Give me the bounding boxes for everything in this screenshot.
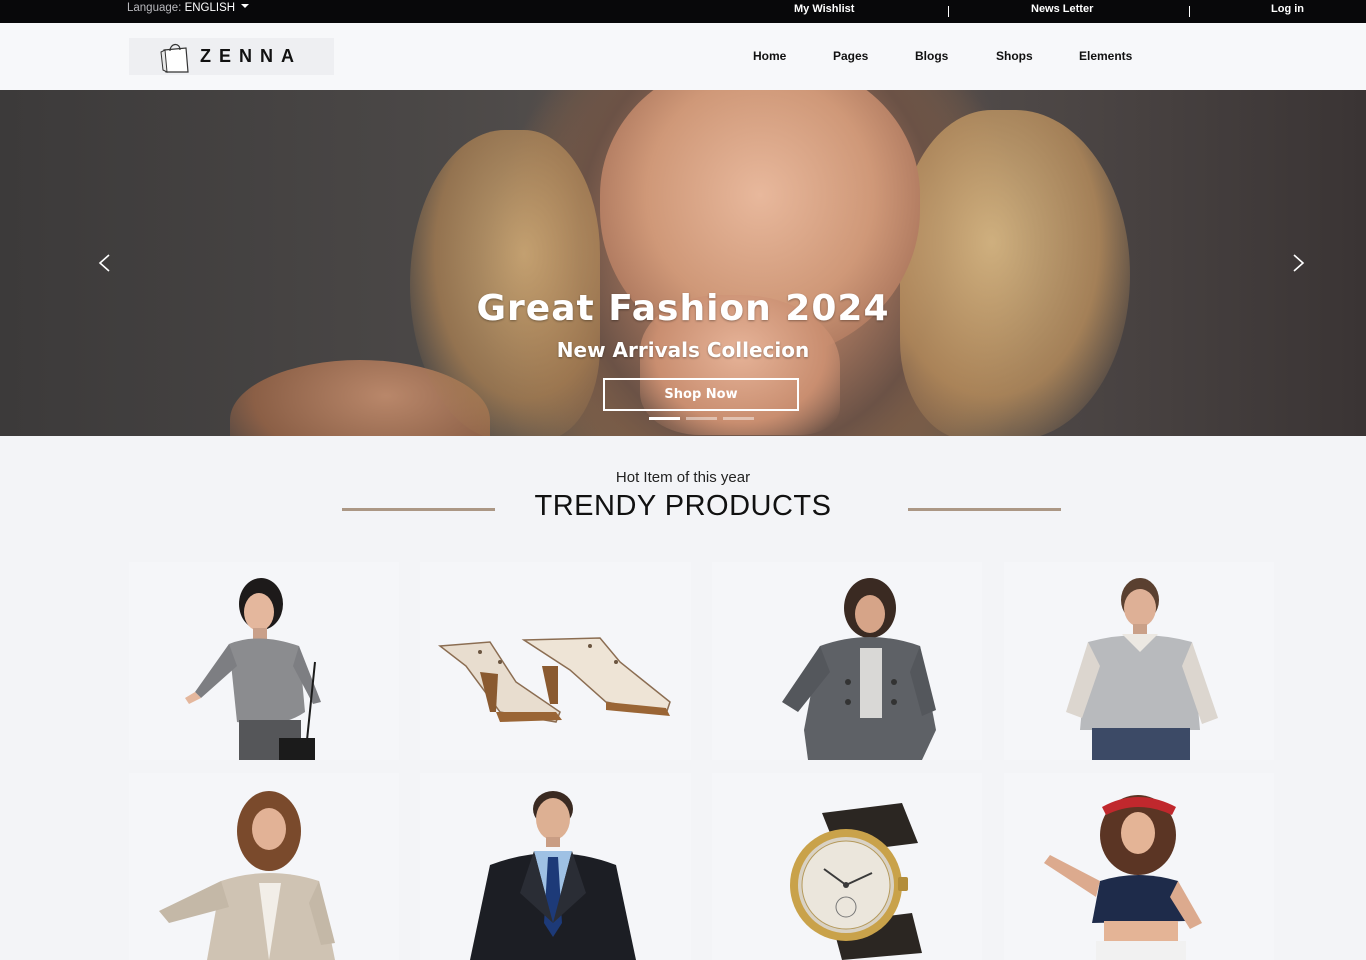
newsletter-link[interactable]: News Letter [1031,3,1093,15]
hero-slider: Great Fashion 2024 New Arrivals Collecio… [0,90,1366,436]
woman-red-bandana-image [1044,795,1202,960]
language-selector[interactable]: Language: ENGLISH [127,2,250,14]
woman-grey-coat-image [782,578,936,760]
hero-subtitle: New Arrivals Collecion [556,338,810,362]
hero-image-hair [410,130,600,436]
prev-slide-icon[interactable] [95,253,115,273]
woman-cardigan-image [159,791,335,960]
divider [948,6,949,17]
man-grey-sweater-image [1066,578,1218,760]
logo[interactable]: ZENNA [129,38,334,75]
nav-elements[interactable]: Elements [1079,49,1132,63]
product-card[interactable] [129,562,399,760]
product-card[interactable] [129,773,399,960]
slide-indicator[interactable] [723,417,754,420]
nav-pages[interactable]: Pages [833,49,868,63]
top-bar: Language: ENGLISH My Wishlist News Lette… [0,0,1366,23]
product-card[interactable] [712,773,982,960]
hero-title: Great Fashion 2024 [476,288,890,329]
section-title: TRENDY PRODUCTS [534,490,832,522]
brand-name: ZENNA [200,46,302,66]
nav-shops[interactable]: Shops [996,49,1033,63]
slide-indicator[interactable] [649,417,680,420]
product-card[interactable] [420,562,691,760]
divider [1189,6,1190,17]
language-label: Language: [127,2,182,14]
next-slide-icon[interactable] [1288,253,1308,273]
language-value[interactable]: ENGLISH [185,2,236,14]
login-link[interactable]: Log in [1271,3,1304,15]
title-divider [908,508,1061,511]
shop-now-button[interactable]: Shop Now [603,378,799,411]
product-card[interactable] [1004,773,1274,960]
sandals-image [437,637,671,723]
section-kicker: Hot Item of this year [615,469,751,486]
woman-grey-top-image [185,578,321,760]
product-card[interactable] [712,562,982,760]
shopping-bag-icon [160,43,189,73]
hero-image-hair [900,110,1130,436]
wishlist-link[interactable]: My Wishlist [794,3,854,15]
site-header: ZENNA Home Pages Blogs Shops Elements [0,23,1366,90]
product-card[interactable] [1004,562,1274,760]
nav-blogs[interactable]: Blogs [915,49,948,63]
product-card[interactable] [420,773,691,960]
gold-watch-image [790,803,922,960]
man-suit-image [470,791,636,960]
slide-indicator[interactable] [686,417,717,420]
caret-down-icon[interactable] [241,4,250,8]
nav-home[interactable]: Home [753,49,786,63]
